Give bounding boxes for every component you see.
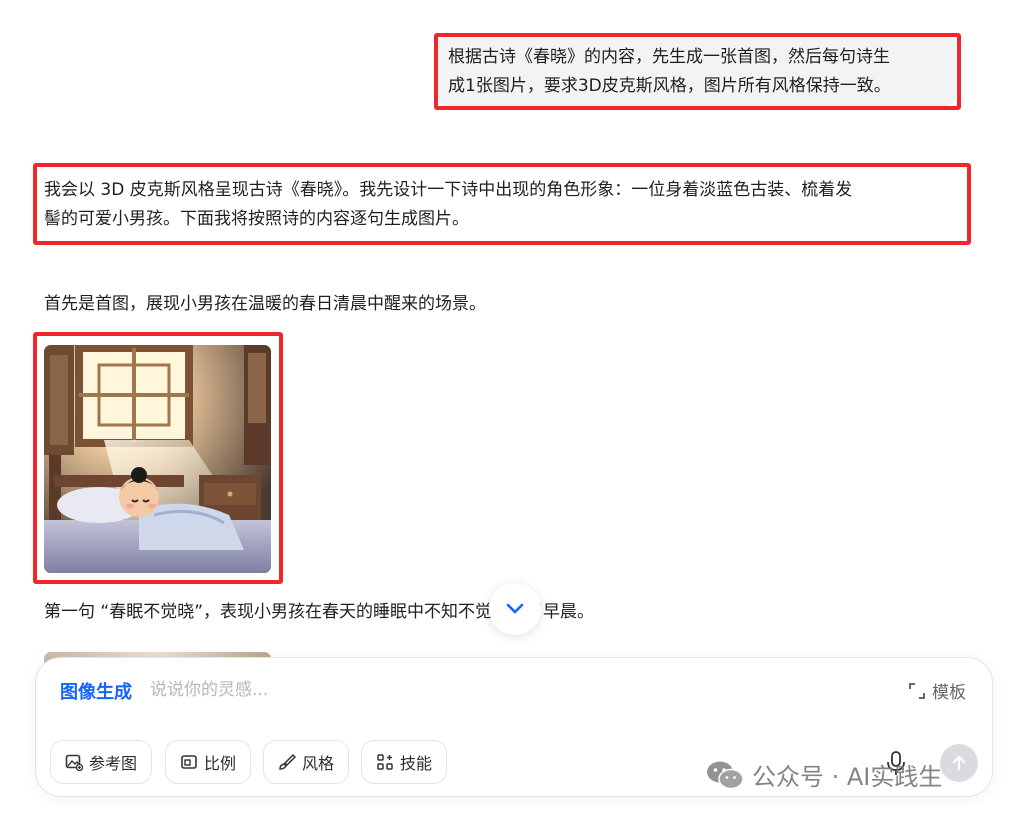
scroll-to-bottom-button[interactable] — [489, 583, 541, 635]
prompt-input[interactable] — [150, 676, 770, 704]
ai-intro-line: 髻的可爱小男孩。下面我将按照诗的内容逐句生成图片。 — [44, 209, 469, 229]
image-add-icon — [65, 754, 83, 771]
skills-label: 技能 — [400, 754, 433, 773]
ai-first-caption: 首先是首图，展现小男孩在温暖的春日清晨中醒来的场景。 — [44, 294, 486, 314]
expand-icon — [909, 682, 925, 699]
user-message-line: 根据古诗《春晓》的内容，先生成一张首图，然后每句诗生 — [448, 47, 890, 67]
image-generation-mode-label[interactable]: 图像生成 — [60, 678, 132, 704]
ai-intro-line: 我会以 3D 皮克斯风格呈现古诗《春晓》。我先设计一下诗中出现的角色形象：一位身… — [44, 180, 853, 200]
user-message-line: 成1张图片，要求3D皮克斯风格，图片所有风格保持一致。 — [448, 76, 891, 96]
generated-image-boy-waking[interactable] — [44, 345, 271, 573]
aspect-ratio-icon — [181, 755, 197, 769]
user-message-bubble: 根据古诗《春晓》的内容，先生成一张首图，然后每句诗生 成1张图片，要求3D皮克斯… — [438, 36, 956, 106]
wechat-watermark: 公众号 · AI实践生 — [706, 757, 942, 792]
watermark-text: 公众号 · AI实践生 — [752, 763, 943, 791]
style-label: 风格 — [302, 754, 335, 773]
template-button-label: 模板 — [932, 683, 966, 703]
chevron-down-icon — [506, 603, 524, 614]
reference-image-label: 参考图 — [89, 754, 138, 773]
aspect-ratio-button[interactable]: 比例 — [165, 740, 252, 784]
wechat-logo-icon — [707, 761, 744, 789]
brush-icon — [279, 753, 296, 770]
send-button[interactable] — [940, 744, 978, 782]
reference-image-button[interactable]: 参考图 — [50, 740, 153, 784]
bedroom-scene-illustration — [44, 345, 271, 573]
skills-button[interactable]: 技能 — [361, 740, 448, 784]
grid-apps-icon — [377, 754, 393, 770]
template-button[interactable]: 模板 — [908, 678, 966, 703]
ai-intro-text: 我会以 3D 皮克斯风格呈现古诗《春晓》。我先设计一下诗中出现的角色形象：一位身… — [44, 176, 964, 234]
style-button[interactable]: 风格 — [263, 740, 350, 784]
arrow-up-icon — [952, 755, 966, 771]
aspect-ratio-label: 比例 — [204, 754, 237, 773]
